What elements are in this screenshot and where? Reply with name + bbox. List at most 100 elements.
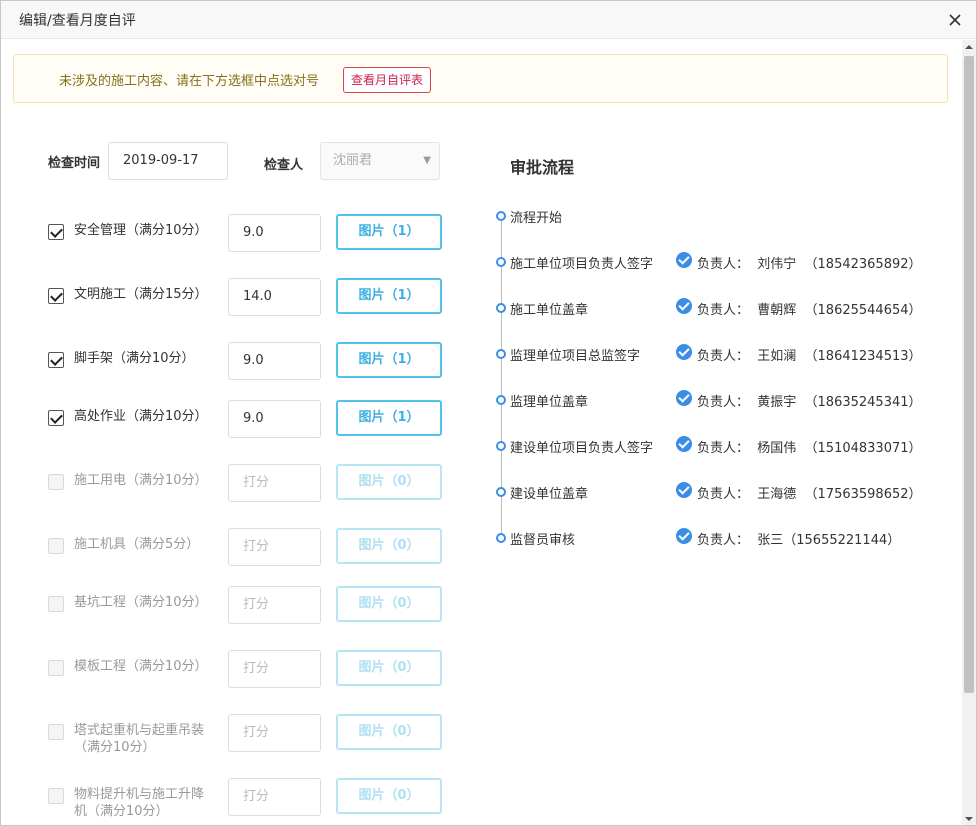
monthly-self-evaluation-dialog: 编辑/查看月度自评 未涉及的施工内容、请在下方选框中点选对号 查看月自评表 检查…	[0, 0, 977, 826]
evaluation-item: 物料提升机与施工升降机（满分10分） 打分 图片（0）	[48, 778, 448, 825]
item-images-button[interactable]: 图片（1）	[336, 214, 442, 250]
flow-step: 施工单位盖章 负责人： 曹朝辉 （18625544654）	[496, 298, 936, 318]
item-label: 基坑工程（满分10分）	[74, 595, 208, 610]
check-circle-icon	[676, 298, 692, 314]
flow-step: 施工单位项目负责人签字 负责人： 刘伟宁 （18542365892）	[496, 252, 936, 272]
step-dot-icon	[496, 441, 506, 451]
step-dot-icon	[496, 211, 506, 221]
flow-step: 建设单位项目负责人签字 负责人： 杨国伟 （15104833071）	[496, 436, 936, 456]
check-circle-icon	[676, 344, 692, 360]
item-score-input[interactable]: 打分	[228, 714, 321, 752]
step-owner: 负责人： 曹朝辉 （18625544654）	[697, 303, 922, 318]
item-score-input[interactable]: 打分	[228, 464, 321, 502]
inspector-select-value: 沈丽君	[333, 153, 373, 168]
item-checkbox[interactable]	[48, 224, 64, 240]
item-images-button[interactable]: 图片（0）	[336, 586, 442, 622]
item-checkbox[interactable]	[48, 724, 64, 740]
item-score-input[interactable]: 9.0	[228, 400, 321, 438]
inspection-date-input[interactable]: 2019-09-17	[108, 142, 228, 180]
step-name: 施工单位项目负责人签字	[510, 257, 654, 272]
dialog-title: 编辑/查看月度自评	[19, 13, 136, 29]
item-images-button[interactable]: 图片（0）	[336, 464, 442, 500]
item-images-button[interactable]: 图片（1）	[336, 278, 442, 314]
item-checkbox[interactable]	[48, 474, 64, 490]
step-dot-icon	[496, 487, 506, 497]
step-name: 监督员审核	[510, 533, 576, 548]
dialog-titlebar: 编辑/查看月度自评	[1, 1, 976, 39]
step-name: 建设单位项目负责人签字	[510, 441, 654, 456]
step-owner: 负责人： 张三（15655221144）	[697, 533, 901, 548]
step-dot-icon	[496, 303, 506, 313]
step-name: 监理单位盖章	[510, 395, 589, 410]
item-label: 文明施工（满分15分）	[74, 287, 208, 302]
check-circle-icon	[676, 482, 692, 498]
flow-step: 流程开始	[496, 206, 936, 226]
flow-step: 监理单位项目总监签字 负责人： 王如澜 （18641234513）	[496, 344, 936, 364]
scrollbar[interactable]	[962, 40, 976, 826]
item-images-button[interactable]: 图片（0）	[336, 714, 442, 750]
check-circle-icon	[676, 528, 692, 544]
item-label: 物料提升机与施工升降机（满分10分）	[74, 787, 205, 819]
check-circle-icon	[676, 436, 692, 452]
item-score-input[interactable]: 打分	[228, 778, 321, 816]
item-images-button[interactable]: 图片（0）	[336, 650, 442, 686]
item-score-input[interactable]: 9.0	[228, 214, 321, 252]
item-images-button[interactable]: 图片（0）	[336, 778, 442, 814]
scroll-up-arrow-icon[interactable]	[962, 40, 976, 54]
flow-step: 监督员审核 负责人： 张三（15655221144）	[496, 528, 936, 548]
inspector-label: 检查人	[264, 158, 304, 173]
close-icon[interactable]	[945, 10, 965, 30]
step-name: 流程开始	[510, 211, 563, 226]
step-dot-icon	[496, 349, 506, 359]
item-label: 高处作业（满分10分）	[74, 409, 208, 424]
flow-step: 建设单位盖章 负责人： 王海德 （17563598652）	[496, 482, 936, 502]
item-images-button[interactable]: 图片（0）	[336, 528, 442, 564]
inspector-select[interactable]: 沈丽君 ▼	[320, 142, 440, 180]
view-monthly-evaluation-button[interactable]: 查看月自评表	[343, 67, 432, 93]
item-label: 塔式起重机与起重吊装（满分10分）	[74, 723, 205, 755]
evaluation-item: 塔式起重机与起重吊装（满分10分） 打分 图片（0）	[48, 714, 448, 764]
item-checkbox[interactable]	[48, 596, 64, 612]
chevron-down-icon: ▼	[423, 155, 431, 166]
evaluation-item: 模板工程（满分10分） 打分 图片（0）	[48, 650, 448, 700]
item-checkbox[interactable]	[48, 288, 64, 304]
item-score-input[interactable]: 打分	[228, 586, 321, 624]
item-images-button[interactable]: 图片（1）	[336, 342, 442, 378]
evaluation-item: 安全管理（满分10分） 9.0 图片（1）	[48, 214, 448, 264]
item-checkbox[interactable]	[48, 538, 64, 554]
check-circle-icon	[676, 252, 692, 268]
notice-text: 未涉及的施工内容、请在下方选框中点选对号	[59, 74, 320, 89]
evaluation-item: 文明施工（满分15分） 14.0 图片（1）	[48, 278, 448, 328]
item-checkbox[interactable]	[48, 660, 64, 676]
item-label: 模板工程（满分10分）	[74, 659, 208, 674]
step-name: 监理单位项目总监签字	[510, 349, 641, 364]
item-checkbox[interactable]	[48, 410, 64, 426]
step-dot-icon	[496, 395, 506, 405]
step-owner: 负责人： 王如澜 （18641234513）	[697, 349, 922, 364]
scroll-down-arrow-icon[interactable]	[962, 812, 976, 826]
item-score-input[interactable]: 打分	[228, 528, 321, 566]
item-label: 施工机具（满分5分）	[74, 537, 200, 552]
evaluation-item: 施工用电（满分10分） 打分 图片（0）	[48, 464, 448, 514]
item-score-input[interactable]: 14.0	[228, 278, 321, 316]
inspection-date-label: 检查时间	[48, 156, 101, 171]
item-checkbox[interactable]	[48, 788, 64, 804]
step-owner: 负责人： 刘伟宁 （18542365892）	[697, 257, 922, 272]
flow-step: 监理单位盖章 负责人： 黄振宇 （18635245341）	[496, 390, 936, 410]
notice-banner: 未涉及的施工内容、请在下方选框中点选对号 查看月自评表	[13, 54, 948, 103]
step-owner: 负责人： 杨国伟 （15104833071）	[697, 441, 922, 456]
evaluation-item: 脚手架（满分10分） 9.0 图片（1）	[48, 342, 448, 392]
item-label: 脚手架（满分10分）	[74, 351, 195, 366]
item-checkbox[interactable]	[48, 352, 64, 368]
approval-flow-title: 审批流程	[510, 158, 575, 177]
item-score-input[interactable]: 打分	[228, 650, 321, 688]
step-name: 建设单位盖章	[510, 487, 589, 502]
item-images-button[interactable]: 图片（1）	[336, 400, 442, 436]
item-label: 安全管理（满分10分）	[74, 223, 208, 238]
item-score-input[interactable]: 9.0	[228, 342, 321, 380]
evaluation-item: 施工机具（满分5分） 打分 图片（0）	[48, 528, 448, 578]
scroll-thumb[interactable]	[964, 56, 974, 693]
step-name: 施工单位盖章	[510, 303, 589, 318]
evaluation-item: 基坑工程（满分10分） 打分 图片（0）	[48, 586, 448, 636]
step-owner: 负责人： 黄振宇 （18635245341）	[697, 395, 922, 410]
